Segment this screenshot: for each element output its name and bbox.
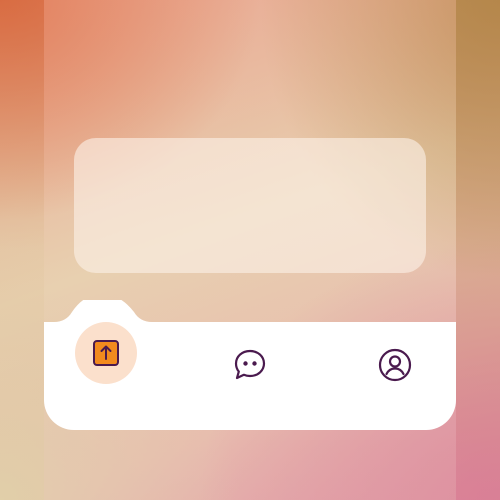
tab-chat[interactable]: [220, 335, 280, 395]
chat-bubble-icon: [234, 349, 266, 380]
phone-frame-left-edge: [0, 0, 44, 500]
content-card-placeholder: [74, 138, 426, 273]
phone-frame-right-edge: [456, 0, 500, 500]
upload-icon: [93, 340, 119, 366]
tab-upload[interactable]: [75, 322, 137, 384]
tab-profile[interactable]: [365, 335, 425, 395]
user-profile-icon: [378, 348, 412, 382]
